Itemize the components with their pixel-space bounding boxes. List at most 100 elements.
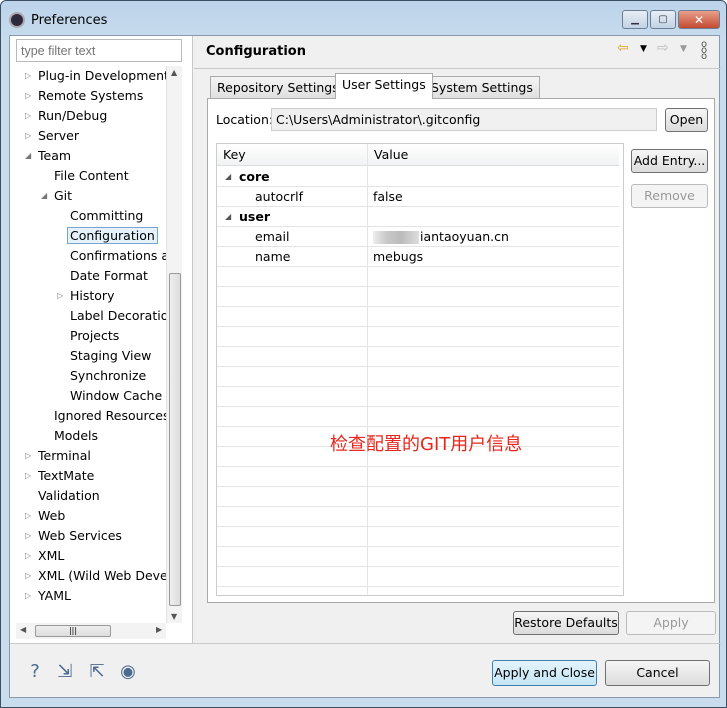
collapsed-arrow-icon[interactable]: ▷ [57,286,67,306]
cancel-button[interactable]: Cancel [605,660,710,686]
export-icon[interactable]: ⇱ [87,662,107,682]
tree-item[interactable]: ◢ Team [25,146,71,166]
table-row[interactable]: name mebugs [217,247,619,267]
collapsed-arrow-icon[interactable]: ▷ [25,506,35,526]
table-row[interactable] [217,567,619,587]
scroll-left-icon[interactable]: ◀ [20,625,26,634]
table-row[interactable] [217,307,619,327]
open-button[interactable]: Open [665,108,708,132]
tree-item[interactable]: Label Decoratio [70,306,166,326]
collapsed-arrow-icon[interactable]: ▷ [25,586,35,606]
tree-item[interactable]: Staging View [70,346,151,366]
right-panel: Configuration ⇦ ▼ ⇨ ▼ ooo Repository Set… [194,36,721,643]
tree-item[interactable]: Date Format [70,266,148,286]
scroll-up-icon[interactable]: ▲ [171,68,177,77]
table-row[interactable] [217,347,619,367]
import-icon[interactable]: ⇲ [55,662,75,682]
maximize-button[interactable]: ▢ [650,10,676,29]
tree-item[interactable]: ▷ Run/Debug [25,106,107,126]
tree-item[interactable]: Ignored Resources [54,406,166,426]
restore-defaults-button[interactable]: Restore Defaults [513,611,619,635]
tree-item[interactable]: ▷ Remote Systems [25,86,144,106]
expanded-arrow-icon[interactable]: ◢ [225,207,231,227]
tree-item[interactable]: ▷ Terminal [25,446,91,466]
tree-item[interactable]: ▷ XML [25,546,64,566]
table-row[interactable] [217,387,619,407]
location-field[interactable]: C:\Users\Administrator\.gitconfig [271,108,657,131]
table-row[interactable] [217,487,619,507]
collapsed-arrow-icon[interactable]: ▷ [25,446,35,466]
table-row[interactable] [217,327,619,347]
expanded-arrow-icon[interactable]: ◢ [41,186,51,206]
table-row[interactable]: email iantaoyuan.cn [217,227,619,247]
collapsed-arrow-icon[interactable]: ▷ [25,106,35,126]
scroll-thumb[interactable] [169,273,181,606]
column-header-value[interactable]: Value [368,144,619,166]
table-row[interactable] [217,547,619,567]
tree-item[interactable]: Committing [70,206,143,226]
collapsed-arrow-icon[interactable]: ▷ [25,546,35,566]
table-row[interactable]: autocrlf false [217,187,619,207]
tree-item[interactable]: Window Cache [70,386,162,406]
tree-item[interactable]: Configuration [67,226,158,246]
tree-item[interactable]: ▷ YAML [25,586,71,606]
back-menu-icon[interactable]: ▼ [640,44,647,54]
table-row[interactable]: ◢ user [217,207,619,227]
tree-horizontal-scrollbar[interactable]: ◀ ||| ▶ [16,623,166,639]
apply-and-close-button[interactable]: Apply and Close [492,660,597,686]
back-icon[interactable]: ⇦ [617,40,629,56]
tab-user-settings[interactable]: User Settings [335,73,433,99]
tree-item[interactable]: ▷ Plug-in Development [25,66,166,86]
table-row[interactable] [217,367,619,387]
tab-system-settings[interactable]: System Settings [424,76,540,98]
preference-tree: ▷ Plug-in Development ▷ Remote Systems ▷ Run/… [16,66,166,623]
table-row[interactable]: ◢ core [217,167,619,187]
table-row[interactable] [217,267,619,287]
scroll-right-icon[interactable]: ▶ [156,625,162,634]
tree-item[interactable]: ▷ Server [25,126,79,146]
tree-item[interactable]: Synchronize [70,366,146,386]
table-row[interactable] [217,507,619,527]
tree-vertical-scrollbar[interactable]: ▲ ▼ [166,66,182,623]
tree-item[interactable]: ▷ History [57,286,114,306]
window-title: Preferences [31,12,108,28]
tree-item[interactable]: Projects [70,326,119,346]
collapsed-arrow-icon[interactable]: ▷ [25,86,35,106]
expanded-arrow-icon[interactable]: ◢ [225,167,231,187]
tree-item[interactable]: File Content [54,166,129,186]
tree-item[interactable]: ▷ Web [25,506,65,526]
filter-input[interactable] [16,39,182,62]
table-row[interactable] [217,527,619,547]
collapsed-arrow-icon[interactable]: ▷ [25,66,35,86]
table-row[interactable] [217,407,619,427]
table-row[interactable] [217,467,619,487]
forward-menu-icon[interactable]: ▼ [680,44,687,54]
tree-item[interactable]: ▷ Web Services [25,526,122,546]
hscroll-thumb[interactable]: ||| [35,625,111,637]
minimize-button[interactable]: ▁ [622,10,648,29]
close-button[interactable]: ✕ [678,10,720,29]
tree-item[interactable]: Models [54,426,98,446]
tree-item[interactable]: ◢ Git [41,186,72,206]
tab-repository-settings[interactable]: Repository Settings [210,76,346,98]
tree-item[interactable]: ▷ XML (Wild Web Devel [25,566,166,586]
table-row[interactable] [217,287,619,307]
collapsed-arrow-icon[interactable]: ▷ [25,126,35,146]
scroll-down-icon[interactable]: ▼ [171,612,177,621]
tree-item[interactable]: Confirmations ar [70,246,166,266]
title-bar: Preferences [9,9,107,31]
collapsed-arrow-icon[interactable]: ▷ [25,526,35,546]
expanded-arrow-icon[interactable]: ◢ [25,146,35,166]
tree-item[interactable]: ▷ TextMate [25,466,94,486]
tree-item-label: Staging View [70,348,152,363]
add-entry-button[interactable]: Add Entry... [631,149,708,173]
tree-item[interactable]: Validation [38,486,100,506]
tree-item-label: Remote Systems [38,88,144,103]
help-icon[interactable]: ? [25,662,45,682]
more-icon[interactable]: ooo [701,40,707,62]
collapsed-arrow-icon[interactable]: ▷ [25,466,35,486]
forward-icon[interactable]: ⇨ [657,40,669,56]
record-icon[interactable]: ◉ [118,662,138,682]
collapsed-arrow-icon[interactable]: ▷ [25,566,35,586]
column-header-key[interactable]: Key [217,144,367,166]
